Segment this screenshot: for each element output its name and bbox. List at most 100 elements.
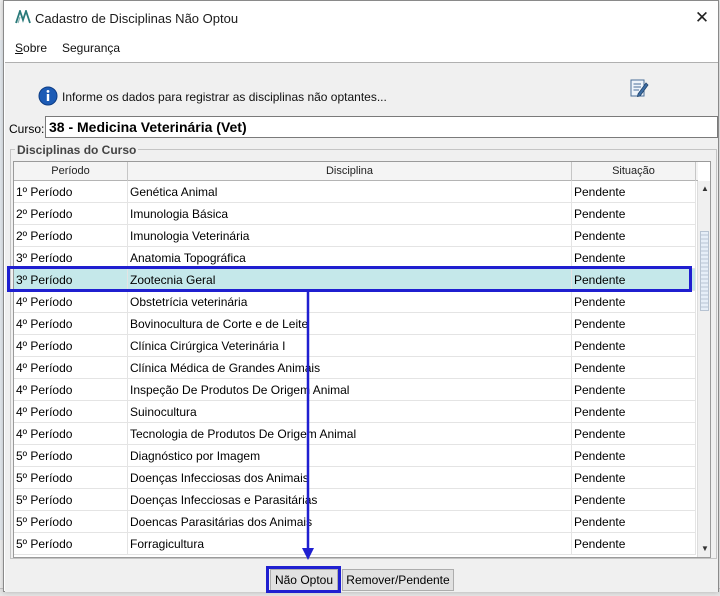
- table-row[interactable]: 4º Período Clínica Médica de Grandes Anim…: [14, 357, 696, 379]
- table-row[interactable]: 4º Período Suinocultura Pendente: [14, 401, 696, 423]
- cell-disciplina: Doenças Infecciosas dos Animais: [128, 467, 572, 489]
- table-row[interactable]: 5º Período Doenças Infecciosas dos Animai…: [14, 467, 696, 489]
- cell-situacao: Pendente: [572, 423, 696, 445]
- cell-periodo: 5º Período: [14, 489, 128, 511]
- close-icon: ✕: [694, 8, 710, 27]
- menu-seguranca[interactable]: Segurança: [62, 41, 120, 55]
- menu-sobre-label: obre: [23, 41, 48, 55]
- column-header-disciplina[interactable]: Disciplina: [128, 162, 572, 181]
- cell-periodo: 1º Período: [14, 181, 128, 203]
- table-row[interactable]: 2º Período Imunologia Básica Pendente: [14, 203, 696, 225]
- curso-field[interactable]: 38 - Medicina Veterinária (Vet): [45, 116, 718, 138]
- cell-situacao: Pendente: [572, 357, 696, 379]
- table-row[interactable]: 4º Período Clínica Cirúrgica Veterinária …: [14, 335, 696, 357]
- table-row[interactable]: 4º Período Obstetrícia veterinária Penden…: [14, 291, 696, 313]
- cell-periodo: 4º Período: [14, 313, 128, 335]
- menu-sobre[interactable]: Sobre: [15, 41, 47, 55]
- cell-situacao: Pendente: [572, 489, 696, 511]
- scroll-down-icon[interactable]: ▼: [698, 541, 710, 557]
- table-row[interactable]: 1º Período Genética Animal Pendente: [14, 181, 696, 203]
- cell-periodo: 5º Período: [14, 511, 128, 533]
- cell-disciplina: Diagnóstico por Imagem: [128, 445, 572, 467]
- cell-situacao: Pendente: [572, 225, 696, 247]
- cell-disciplina: Anatomia Topográfica: [128, 247, 572, 269]
- table-row[interactable]: 5º Período Doencas Parasitárias dos Anima…: [14, 511, 696, 533]
- cell-situacao: Pendente: [572, 445, 696, 467]
- groupbox-title: Disciplinas do Curso: [15, 143, 139, 157]
- cell-disciplina: Clínica Cirúrgica Veterinária I: [128, 335, 572, 357]
- cell-disciplina: Zootecnia Geral: [128, 269, 572, 291]
- cell-periodo: 4º Período: [14, 291, 128, 313]
- disciplinas-grid[interactable]: Período Disciplina Situação 1º Período Ge…: [13, 161, 711, 558]
- menu-sobre-accelerator: S: [15, 41, 24, 55]
- cell-situacao: Pendente: [572, 313, 696, 335]
- column-header-situacao[interactable]: Situação: [572, 162, 696, 181]
- cell-situacao: Pendente: [572, 511, 696, 533]
- cell-disciplina: Obstetrícia veterinária: [128, 291, 572, 313]
- table-row[interactable]: 5º Período Doenças Infecciosas e Parasitá…: [14, 489, 696, 511]
- window-title: Cadastro de Disciplinas Não Optou: [35, 11, 239, 26]
- menu-bar: Sobre Segurança: [4, 35, 718, 61]
- dialog-window: Cadastro de Disciplinas Não Optou ✕ Sobr…: [3, 0, 719, 592]
- cell-periodo: 3º Período: [14, 269, 128, 291]
- cell-situacao: Pendente: [572, 467, 696, 489]
- cell-periodo: 2º Período: [14, 225, 128, 247]
- cell-situacao: Pendente: [572, 269, 696, 291]
- table-row[interactable]: 3º Período Anatomia Topográfica Pendente: [14, 247, 696, 269]
- disciplinas-groupbox: Disciplinas do Curso Período Disciplina …: [10, 143, 717, 559]
- cell-disciplina: Tecnologia de Produtos De Origem Animal: [128, 423, 572, 445]
- cell-disciplina: Clínica Médica de Grandes Animais: [128, 357, 572, 379]
- cell-situacao: Pendente: [572, 379, 696, 401]
- cell-disciplina: Suinocultura: [128, 401, 572, 423]
- cell-periodo: 5º Período: [14, 533, 128, 555]
- vertical-scrollbar[interactable]: ▲ ▼: [697, 181, 710, 557]
- cell-periodo: 4º Período: [14, 335, 128, 357]
- title-bar: Cadastro de Disciplinas Não Optou ✕: [4, 1, 718, 35]
- cell-situacao: Pendente: [572, 247, 696, 269]
- cell-situacao: Pendente: [572, 335, 696, 357]
- cell-periodo: 4º Período: [14, 379, 128, 401]
- table-row[interactable]: 4º Período Tecnologia de Produtos De Orig…: [14, 423, 696, 445]
- cell-disciplina: Genética Animal: [128, 181, 572, 203]
- cell-disciplina: Doenças Infecciosas e Parasitárias: [128, 489, 572, 511]
- menu-seguranca-label: Segurança: [62, 41, 121, 55]
- cell-disciplina: Forragicultura: [128, 533, 572, 555]
- close-button[interactable]: ✕: [686, 1, 718, 35]
- cell-situacao: Pendente: [572, 181, 696, 203]
- remover-pendente-button[interactable]: Remover/Pendente: [342, 569, 454, 591]
- cell-periodo: 5º Período: [14, 445, 128, 467]
- cell-disciplina: Bovinocultura de Corte e de Leite: [128, 313, 572, 335]
- dialog-client-area: Informe os dados para registrar as disci…: [5, 62, 718, 592]
- cell-situacao: Pendente: [572, 291, 696, 313]
- cell-situacao: Pendente: [572, 401, 696, 423]
- cell-periodo: 4º Período: [14, 357, 128, 379]
- column-header-periodo[interactable]: Período: [14, 162, 128, 181]
- cell-disciplina: Doencas Parasitárias dos Animais: [128, 511, 572, 533]
- edit-form-icon: [630, 79, 649, 98]
- cell-disciplina: Inspeção De Produtos De Origem Animal: [128, 379, 572, 401]
- table-row[interactable]: 5º Período Diagnóstico por Imagem Pendente: [14, 445, 696, 467]
- cell-periodo: 3º Período: [14, 247, 128, 269]
- app-logo-icon: [15, 10, 31, 24]
- table-row[interactable]: 4º Período Inspeção De Produtos De Origem…: [14, 379, 696, 401]
- nao-optou-button[interactable]: Não Optou: [270, 569, 338, 591]
- cell-disciplina: Imunologia Veterinária: [128, 225, 572, 247]
- scroll-up-icon[interactable]: ▲: [698, 181, 710, 197]
- cell-periodo: 4º Período: [14, 401, 128, 423]
- table-row[interactable]: 2º Período Imunologia Veterinária Pendente: [14, 225, 696, 247]
- cell-periodo: 4º Período: [14, 423, 128, 445]
- curso-label: Curso:: [9, 122, 45, 136]
- cell-situacao: Pendente: [572, 533, 696, 555]
- grid-header: Período Disciplina Situação: [14, 162, 698, 181]
- cell-disciplina: Imunologia Básica: [128, 203, 572, 225]
- info-panel: Informe os dados para registrar as disci…: [5, 63, 718, 111]
- info-icon: [38, 86, 58, 106]
- table-row[interactable]: 4º Período Bovinocultura de Corte e de Le…: [14, 313, 696, 335]
- scrollbar-thumb[interactable]: [700, 231, 709, 311]
- cell-periodo: 5º Período: [14, 467, 128, 489]
- cell-periodo: 2º Período: [14, 203, 128, 225]
- table-row-selected[interactable]: 3º Período Zootecnia Geral Pendente: [14, 269, 696, 291]
- cell-situacao: Pendente: [572, 203, 696, 225]
- table-row[interactable]: 5º Período Forragicultura Pendente: [14, 533, 696, 555]
- info-message: Informe os dados para registrar as disci…: [62, 90, 387, 104]
